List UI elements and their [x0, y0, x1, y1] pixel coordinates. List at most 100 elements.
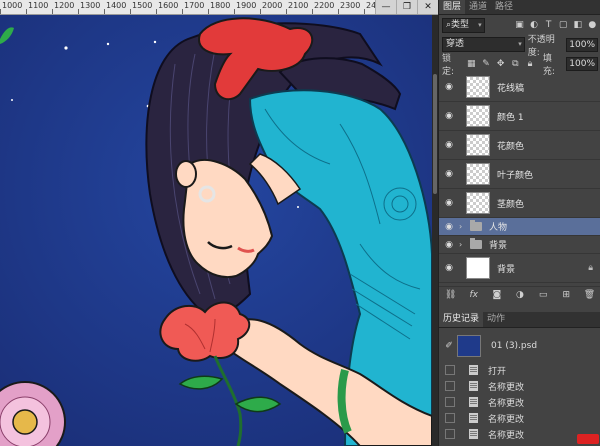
ruler-label: 1900: [236, 1, 257, 10]
pixel-filter-icon[interactable]: ▣: [514, 19, 526, 31]
add-mask-icon[interactable]: ◙: [491, 289, 503, 301]
folder-icon: [470, 238, 482, 249]
ruler-label: 1500: [132, 1, 153, 10]
ruler-label: 1000: [2, 1, 23, 10]
tab-layers[interactable]: 图层: [439, 0, 466, 14]
eye-icon[interactable]: ◉: [442, 82, 456, 92]
history-source-checkbox[interactable]: [445, 381, 455, 391]
ruler-tick: [234, 9, 235, 14]
history-panel-tabs: 历史记录 动作: [439, 312, 600, 328]
link-layers-icon[interactable]: ⛓: [445, 289, 457, 301]
illustration-artwork: [0, 14, 432, 446]
history-item-label: 名称更改: [488, 414, 525, 425]
layer-row[interactable]: ◉ 颜色 1: [439, 102, 600, 131]
tab-paths[interactable]: 路径: [491, 0, 517, 14]
ruler-tick: [312, 9, 313, 14]
ruler-label: 1200: [54, 1, 75, 10]
eye-icon[interactable]: ◉: [442, 140, 456, 150]
artboard-lock-icon[interactable]: ⧉: [509, 58, 521, 70]
minimize-button[interactable]: —: [375, 0, 396, 14]
chevron-right-icon[interactable]: ›: [459, 240, 467, 249]
filter-kind-dropdown[interactable]: ⌕类型 ▾: [442, 17, 485, 33]
trash-icon[interactable]: 🗑︎: [583, 289, 595, 301]
blend-mode-dropdown[interactable]: 穿透 ▾: [442, 37, 525, 52]
layer-thumbnail: [466, 76, 490, 98]
smart-object-filter-icon[interactable]: ◧: [572, 19, 584, 31]
history-item[interactable]: 名称更改: [439, 378, 600, 394]
eye-icon[interactable]: ◉: [442, 198, 456, 208]
blend-mode-value: 穿透: [446, 39, 465, 49]
fill-input[interactable]: 100%: [566, 56, 599, 71]
document-icon: [469, 365, 478, 375]
eye-icon[interactable]: ◉: [442, 263, 456, 273]
window-controls: — ❐ ✕: [375, 0, 438, 14]
ruler-label: 1800: [210, 1, 231, 10]
tab-actions[interactable]: 动作: [483, 312, 509, 327]
horizontal-ruler: 1000 1100 1200 1300 1400 1500 1600 1700 1800 1900…: [0, 0, 438, 15]
restore-button[interactable]: ❐: [396, 0, 417, 14]
layer-name: 背景: [489, 241, 508, 251]
tab-channels[interactable]: 通道: [465, 0, 491, 14]
lock-all-icon[interactable]: 🔒︎: [524, 58, 536, 70]
document-icon: [469, 429, 478, 439]
history-brush-icon[interactable]: ✐: [443, 340, 455, 352]
document-canvas[interactable]: 1000 1100 1200 1300 1400 1500 1600 1700 1800 1900…: [0, 0, 438, 446]
lock-image-icon[interactable]: ✎: [480, 58, 492, 70]
history-source-checkbox[interactable]: [445, 429, 455, 439]
close-button[interactable]: ✕: [417, 0, 438, 14]
adjustment-filter-icon[interactable]: ◐: [528, 19, 540, 31]
eye-icon[interactable]: ◉: [442, 111, 456, 121]
blend-row: 穿透 ▾ 不透明度: 100%: [439, 35, 600, 58]
history-item[interactable]: 名称更改: [439, 410, 600, 426]
layer-row[interactable]: ◉ 花线稿: [439, 73, 600, 102]
layer-row[interactable]: ◉ 茎颜色: [439, 189, 600, 218]
shape-filter-icon[interactable]: ▢: [557, 19, 569, 31]
fx-icon[interactable]: fx: [468, 289, 480, 301]
layer-thumbnail: [466, 163, 490, 185]
history-source-checkbox[interactable]: [445, 365, 455, 375]
layer-group-row-selected[interactable]: ◉ › 人物: [439, 218, 600, 236]
history-list: 打开 名称更改 名称更改 名称更改 名称更改: [439, 362, 600, 442]
chevron-down-icon: ▾: [518, 40, 522, 48]
ruler-label: 1600: [158, 1, 179, 10]
history-item-label: 名称更改: [488, 430, 525, 441]
lock-transparent-icon[interactable]: ▦: [465, 58, 477, 70]
tab-history[interactable]: 历史记录: [439, 312, 484, 327]
history-source-checkbox[interactable]: [445, 397, 455, 407]
layer-name: 颜色 1: [497, 112, 524, 123]
opacity-input[interactable]: 100%: [566, 37, 598, 52]
ruler-label: 1400: [106, 1, 127, 10]
chevron-down-icon: ▾: [478, 20, 482, 29]
lock-icon: 🔒︎: [588, 263, 593, 273]
eye-icon[interactable]: ◉: [442, 169, 456, 179]
layer-name: 人物: [489, 223, 508, 233]
history-item[interactable]: 名称更改: [439, 426, 600, 442]
type-filter-icon[interactable]: T: [543, 19, 555, 31]
new-layer-icon[interactable]: ⊞: [560, 289, 572, 301]
history-item[interactable]: 打开: [439, 362, 600, 378]
document-icon: [469, 397, 478, 407]
filter-toggle-icon[interactable]: ●: [586, 19, 598, 31]
layer-row[interactable]: ◉ 花颜色: [439, 131, 600, 160]
chevron-right-icon[interactable]: ›: [459, 222, 467, 231]
ruler-tick: [104, 9, 105, 14]
adjustment-layer-icon[interactable]: ◑: [514, 289, 526, 301]
eye-icon[interactable]: ◉: [442, 240, 456, 250]
scrollbar-thumb[interactable]: [433, 74, 437, 194]
ruler-tick: [208, 9, 209, 14]
ruler-label: 1100: [28, 1, 49, 10]
history-item[interactable]: 名称更改: [439, 394, 600, 410]
eye-icon[interactable]: ◉: [442, 222, 456, 232]
new-group-icon[interactable]: ▭: [537, 289, 549, 301]
layer-row[interactable]: ◉ 叶子颜色: [439, 160, 600, 189]
ruler-tick: [78, 9, 79, 14]
lock-position-icon[interactable]: ✥: [495, 58, 507, 70]
layer-name: 茎颜色: [497, 199, 525, 210]
history-snapshot[interactable]: ✐ 01 (3).psd: [439, 332, 600, 360]
history-source-checkbox[interactable]: [445, 413, 455, 423]
layer-thumbnail: [466, 134, 490, 156]
layer-name: 花颜色: [497, 141, 525, 152]
layer-row[interactable]: ◉ 背景 🔒︎: [439, 254, 600, 283]
layer-name: 背景: [497, 264, 516, 275]
layer-group-row[interactable]: ◉ › 背景: [439, 236, 600, 254]
